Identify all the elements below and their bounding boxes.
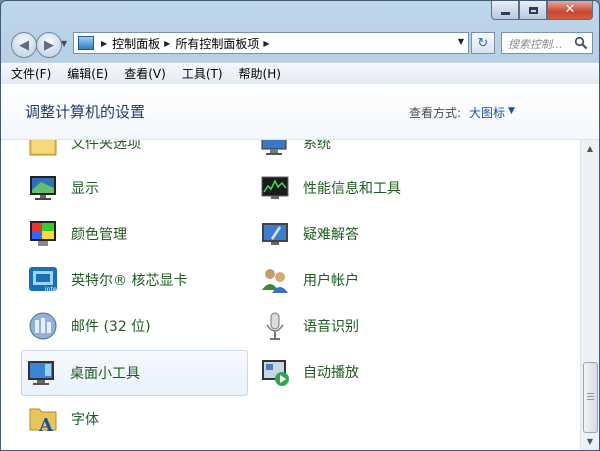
item-label: 颜色管理 bbox=[71, 227, 127, 243]
address-row: ◀ ▶ ▼ ▶ 控制面板 ▶ 所有控制面板项 ▶ ▼ ↻ 搜索控制... bbox=[1, 29, 599, 59]
breadcrumb-separator-icon[interactable]: ▶ bbox=[164, 39, 170, 48]
close-icon: ✕ bbox=[564, 2, 576, 17]
back-button[interactable]: ◀ bbox=[11, 32, 37, 58]
autoplay-icon bbox=[259, 356, 291, 388]
breadcrumb-all-items[interactable]: 所有控制面板项 bbox=[175, 35, 259, 52]
display-icon bbox=[27, 172, 59, 204]
minimize-icon bbox=[500, 11, 510, 15]
menu-help[interactable]: 帮助(H) bbox=[229, 65, 287, 82]
view-by-dropdown[interactable]: 大图标 bbox=[469, 104, 505, 121]
scroll-down-icon[interactable]: ▼ bbox=[582, 433, 598, 450]
caption-buttons: ✕ bbox=[491, 1, 593, 20]
item-troubleshooting[interactable]: 疑难解答 bbox=[255, 212, 479, 256]
vertical-scrollbar[interactable]: ▲ ▼ bbox=[580, 140, 599, 450]
item-label: 语音识别 bbox=[303, 319, 359, 335]
menu-bar: 文件(F) 编辑(E) 查看(V) 工具(T) 帮助(H) bbox=[1, 62, 599, 85]
address-bar[interactable]: ▶ 控制面板 ▶ 所有控制面板项 ▶ ▼ bbox=[73, 32, 469, 54]
chevron-down-icon[interactable]: ▼ bbox=[508, 106, 515, 116]
maximize-icon bbox=[528, 6, 538, 14]
item-display[interactable]: 显示 bbox=[23, 166, 247, 210]
back-arrow-icon: ◀ bbox=[19, 37, 29, 53]
item-fonts[interactable]: A 字体 bbox=[23, 397, 247, 441]
mail-icon bbox=[27, 310, 59, 342]
search-icon[interactable] bbox=[574, 36, 588, 50]
breadcrumb-separator-icon[interactable]: ▶ bbox=[263, 39, 269, 48]
search-input[interactable]: 搜索控制... bbox=[501, 32, 593, 54]
forward-arrow-icon: ▶ bbox=[44, 37, 54, 53]
search-placeholder: 搜索控制... bbox=[508, 38, 563, 51]
item-label: 桌面小工具 bbox=[70, 366, 140, 382]
recent-pages-dropdown-icon[interactable]: ▼ bbox=[61, 39, 67, 48]
item-label: 性能信息和工具 bbox=[303, 181, 401, 197]
view-by-label: 查看方式: bbox=[409, 106, 462, 120]
item-performance[interactable]: 性能信息和工具 bbox=[255, 166, 479, 210]
scroll-up-icon[interactable]: ▲ bbox=[582, 140, 598, 157]
explorer-window: ✕ ◀ ▶ ▼ ▶ 控制面板 ▶ 所有控制面板项 ▶ ▼ ↻ 搜索控制... 文… bbox=[0, 0, 600, 451]
item-mail[interactable]: 邮件 (32 位) bbox=[23, 304, 247, 348]
color-management-icon bbox=[27, 218, 59, 250]
svg-text:intel: intel bbox=[45, 286, 59, 293]
fonts-icon: A bbox=[27, 403, 59, 436]
menu-file[interactable]: 文件(F) bbox=[1, 65, 57, 82]
minimize-button[interactable] bbox=[491, 1, 519, 20]
item-label: 用户帐户 bbox=[303, 273, 359, 289]
content-header: 调整计算机的设置 查看方式: 大图标 ▼ bbox=[1, 84, 599, 140]
troubleshooting-icon bbox=[259, 218, 291, 250]
item-system[interactable]: 系统 bbox=[255, 140, 479, 165]
desktop-gadgets-icon bbox=[26, 357, 58, 389]
item-label: 文件夹选项 bbox=[71, 140, 141, 152]
scrollbar-thumb[interactable] bbox=[583, 362, 598, 433]
item-label: 英特尔® 核芯显卡 bbox=[71, 273, 188, 289]
item-autoplay[interactable]: 自动播放 bbox=[255, 350, 479, 394]
item-color-management[interactable]: 颜色管理 bbox=[23, 212, 247, 256]
control-panel-icon bbox=[78, 36, 94, 50]
item-folder-options[interactable]: 文件夹选项 bbox=[23, 140, 247, 165]
performance-icon bbox=[259, 172, 291, 204]
control-panel-items: 文件夹选项 系统 显示 性能信息和工具 颜色管理 疑难解答 intel 英特尔®… bbox=[1, 140, 579, 450]
item-label: 字体 bbox=[71, 412, 99, 428]
page-title: 调整计算机的设置 bbox=[25, 103, 146, 121]
menu-tools[interactable]: 工具(T) bbox=[172, 65, 229, 82]
menu-view[interactable]: 查看(V) bbox=[114, 65, 172, 82]
forward-button[interactable]: ▶ bbox=[36, 32, 62, 58]
system-icon bbox=[259, 140, 291, 159]
breadcrumb-separator-icon[interactable]: ▶ bbox=[101, 39, 107, 48]
item-desktop-gadgets[interactable]: 桌面小工具 bbox=[21, 350, 248, 396]
breadcrumb-control-panel[interactable]: 控制面板 bbox=[112, 35, 160, 52]
item-label: 系统 bbox=[303, 140, 331, 152]
item-label: 显示 bbox=[71, 181, 99, 197]
item-label: 疑难解答 bbox=[303, 227, 359, 243]
menu-edit[interactable]: 编辑(E) bbox=[57, 65, 114, 82]
folder-options-icon bbox=[27, 140, 59, 159]
item-label: 自动播放 bbox=[303, 365, 359, 381]
item-speech-recognition[interactable]: 语音识别 bbox=[255, 304, 479, 348]
refresh-button[interactable]: ↻ bbox=[471, 32, 495, 54]
close-button[interactable]: ✕ bbox=[547, 1, 593, 20]
item-user-accounts[interactable]: 用户帐户 bbox=[255, 258, 479, 302]
address-dropdown-icon[interactable]: ▼ bbox=[458, 37, 464, 46]
item-intel-graphics[interactable]: intel 英特尔® 核芯显卡 bbox=[23, 258, 247, 302]
intel-graphics-icon: intel bbox=[27, 264, 59, 296]
content-pane: 调整计算机的设置 查看方式: 大图标 ▼ 文件夹选项 系统 显示 性能信息和工具… bbox=[1, 84, 599, 450]
maximize-button[interactable] bbox=[519, 1, 547, 20]
speech-recognition-icon bbox=[259, 310, 291, 342]
svg-text:A: A bbox=[38, 415, 54, 435]
item-label: 邮件 (32 位) bbox=[71, 319, 151, 335]
refresh-icon: ↻ bbox=[477, 35, 489, 51]
user-accounts-icon bbox=[259, 264, 291, 296]
